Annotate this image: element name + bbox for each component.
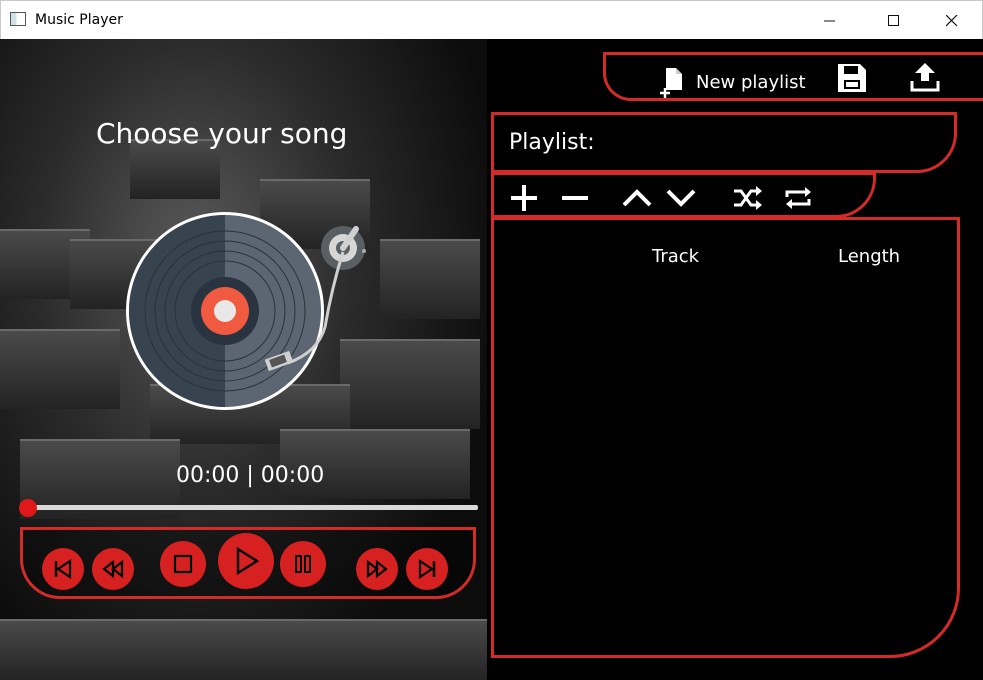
close-icon: [946, 14, 958, 26]
skip-back-icon: [54, 558, 72, 580]
stop-button[interactable]: [160, 541, 206, 587]
maximize-icon: [888, 14, 899, 26]
skip-forward-button[interactable]: [406, 548, 448, 590]
fast-forward-button[interactable]: [356, 548, 398, 590]
playlist-label: Playlist:: [509, 130, 595, 155]
minimize-button[interactable]: [807, 1, 853, 40]
playlist-file-toolbar: New playlist: [603, 52, 983, 101]
time-display: 00:00 | 00:00: [176, 463, 325, 488]
progress-slider[interactable]: [28, 505, 478, 510]
close-button[interactable]: [929, 1, 975, 40]
column-header-length[interactable]: Length: [838, 246, 900, 267]
skip-back-button[interactable]: [42, 548, 84, 590]
progress-slider-thumb[interactable]: [19, 499, 37, 517]
page-heading: Choose your song: [96, 117, 348, 150]
move-down-icon[interactable]: [665, 183, 697, 213]
shuffle-icon[interactable]: [732, 183, 764, 213]
new-playlist-label: New playlist: [696, 71, 806, 93]
window-title: Music Player: [35, 12, 123, 28]
play-icon: [236, 546, 260, 576]
rewind-button[interactable]: [92, 548, 134, 590]
pause-icon: [295, 555, 311, 573]
repeat-icon[interactable]: [783, 183, 815, 213]
rewind-icon: [102, 559, 124, 579]
add-icon[interactable]: [509, 183, 539, 213]
skip-forward-icon: [418, 558, 436, 580]
upload-icon[interactable]: [909, 61, 941, 93]
new-playlist-button[interactable]: New playlist: [658, 66, 806, 98]
play-button[interactable]: [218, 533, 274, 589]
move-up-icon[interactable]: [621, 183, 653, 213]
stop-icon: [173, 554, 193, 574]
save-icon[interactable]: [836, 62, 868, 94]
turntable-icon: [126, 212, 366, 410]
pause-button[interactable]: [280, 541, 326, 587]
track-list[interactable]: Track Length: [491, 217, 960, 658]
minimize-icon: [824, 20, 835, 21]
new-file-icon: [660, 68, 682, 98]
remove-icon[interactable]: [560, 183, 590, 213]
column-header-track[interactable]: Track: [652, 246, 699, 267]
title-bar: Music Player: [0, 0, 983, 39]
fast-forward-icon: [366, 559, 388, 579]
maximize-button[interactable]: [871, 1, 917, 40]
app-icon: [10, 12, 26, 26]
playlist-edit-toolbar: [491, 172, 876, 218]
playlist-name-bar: Playlist:: [491, 112, 957, 173]
main-area: Choose your song 00:00 | 00:00 New playl…: [0, 39, 983, 680]
